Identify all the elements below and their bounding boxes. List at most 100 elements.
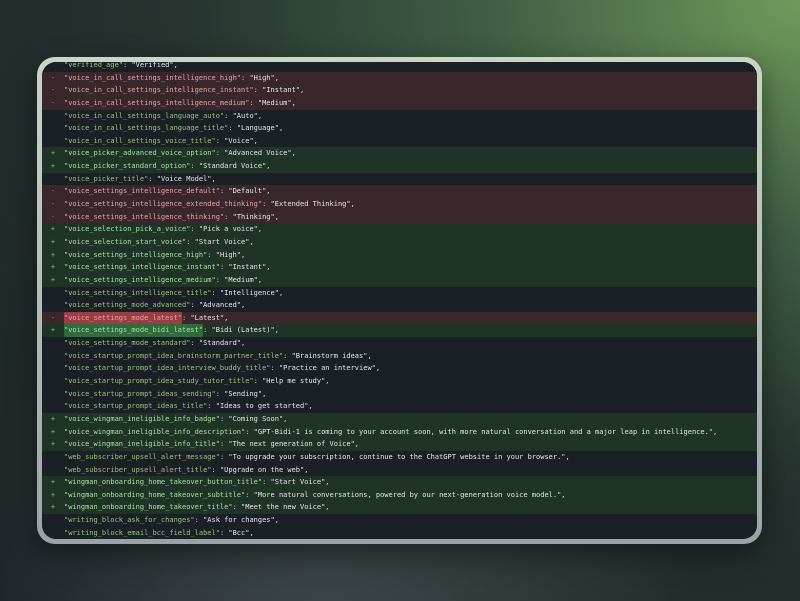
diff-line-added: + "voice_settings_intelligence_high": "Hi…	[42, 248, 757, 262]
colon-separator: :	[253, 86, 263, 95]
diff-line-deleted: - "voice_in_call_settings_intelligence_me…	[42, 96, 757, 110]
diff-marker: -	[50, 313, 56, 322]
json-value: "Standard Voice",	[198, 162, 271, 171]
json-value: "GPT-Bidi-1 is coming to your account so…	[253, 427, 718, 436]
diff-line-context: "voice_picker_title": "Voice Model",	[42, 172, 757, 186]
diff-line-added: + "voice_wingman_ineligible_info_descript…	[42, 425, 757, 439]
colon-separator: :	[207, 250, 216, 259]
json-value: "More natural conversations, powered by …	[253, 490, 566, 499]
diff-line-context: "voice_settings_mode_advanced": "Advance…	[42, 299, 757, 312]
json-value: "Default",	[228, 187, 271, 196]
diff-marker: +	[50, 490, 56, 499]
colon-separator: :	[123, 62, 132, 69]
diff-line-context: "writing_block_ask_for_changes": "Ask fo…	[42, 514, 757, 527]
diff-line-deleted: - "voice_in_call_settings_intelligence_hi…	[42, 71, 757, 85]
diff-marker: +	[50, 225, 56, 234]
json-value: "Sending",	[224, 389, 267, 398]
colon-separator: :	[186, 237, 195, 246]
diff-marker: +	[50, 149, 56, 158]
diff-line-context: "verified_age": "Verified",	[42, 62, 757, 72]
json-key: "voice_settings_mode_advanced"	[64, 301, 191, 310]
json-value: "Thinking",	[232, 212, 279, 221]
json-value: "Advanced",	[198, 301, 246, 310]
diff-line-context: "voice_startup_prompt_idea_brainstorm_pa…	[42, 349, 757, 363]
diff-marker: +	[50, 478, 56, 487]
colon-separator: :	[224, 212, 233, 221]
json-key: "voice_startup_prompt_idea_study_tutor_t…	[64, 377, 254, 386]
diff-marker: +	[50, 326, 56, 335]
json-value: "Instant",	[262, 86, 305, 95]
json-key: "voice_settings_intelligence_default"	[64, 187, 220, 196]
json-key: "web_subscriber_upsell_alert_title"	[64, 465, 212, 474]
diff-line-added: + "voice_picker_advanced_voice_option": "…	[42, 147, 757, 161]
json-key: "voice_startup_prompt_idea_brainstorm_pa…	[64, 351, 284, 360]
json-value: "Auto",	[232, 111, 263, 120]
diff-line-added: + "voice_wingman_ineligible_info_badge": …	[42, 412, 757, 426]
diff-marker: +	[50, 250, 56, 259]
json-key: "voice_in_call_settings_intelligence_med…	[64, 98, 250, 107]
colon-separator: :	[219, 414, 229, 423]
json-key: "voice_settings_intelligence_thinking"	[64, 212, 225, 221]
diff-line-context: "voice_startup_prompt_idea_interview_bud…	[42, 362, 757, 376]
diff-marker: +	[50, 263, 56, 272]
colon-separator: :	[215, 389, 225, 398]
json-key: "wingman_onboarding_home_takeover_title"	[64, 503, 233, 512]
json-value: "High",	[215, 250, 246, 259]
json-key: "voice_settings_intelligence_high"	[64, 250, 208, 259]
diff-line-context: "web_subscriber_upsell_alert_message": "…	[42, 450, 757, 464]
diff-line-context: "web_subscriber_upsell_alert_title": "Up…	[42, 463, 757, 477]
json-value: "Bcc",	[228, 528, 254, 537]
json-value: "Intelligence",	[219, 288, 284, 297]
diff-line-deleted: - "voice_settings_intelligence_default": …	[42, 185, 757, 199]
diff-line-context: "voice_startup_prompt_ideas_title": "Ide…	[42, 400, 757, 413]
json-value: "Meet the new Voice",	[241, 503, 330, 512]
diff-line-added: + "voice_settings_mode_bidi_latest": "Bid…	[42, 324, 757, 338]
json-key: "web_subscriber_upsell_alert_message"	[64, 452, 220, 461]
json-value: "Start Voice",	[270, 478, 330, 487]
colon-separator: :	[148, 174, 157, 183]
json-value: "Voice",	[224, 136, 258, 145]
colon-separator: :	[224, 111, 233, 120]
diff-marker: -	[50, 200, 56, 209]
colon-separator: :	[245, 427, 254, 436]
diff-panel: "verified_age": "Verified", - "voice_in_ca…	[42, 62, 757, 539]
json-value: "Pick a voice",	[198, 225, 263, 234]
colon-separator: :	[215, 149, 225, 158]
json-key: "voice_in_call_settings_intelligence_hig…	[64, 73, 242, 82]
json-key: "wingman_onboarding_home_takeover_button…	[64, 478, 263, 487]
json-key: "voice_selection_pick_a_voice"	[64, 225, 191, 234]
colon-separator: :	[219, 440, 229, 449]
json-value: "Medium",	[257, 98, 296, 107]
json-key: "wingman_onboarding_home_takeover_subtit…	[64, 490, 246, 499]
colon-separator: :	[207, 402, 216, 411]
json-value: "Coming Soon",	[228, 414, 288, 423]
json-key: "voice_settings_intelligence_medium"	[64, 275, 216, 284]
colon-separator: :	[219, 263, 229, 272]
json-key: "voice_in_call_settings_language_auto"	[64, 111, 225, 120]
json-value: "Practice an interview",	[278, 364, 381, 373]
diff-marker: +	[50, 237, 56, 246]
diff-line-added: + "wingman_onboarding_home_takeover_title…	[42, 501, 757, 515]
colon-separator: :	[194, 516, 204, 525]
colon-separator: :	[270, 364, 279, 373]
diff-marker: +	[50, 162, 56, 171]
window-frame: "verified_age": "Verified", - "voice_in_ca…	[37, 57, 762, 544]
colon-separator: :	[215, 136, 225, 145]
json-value: "Help me study",	[262, 377, 330, 386]
json-value: "Voice Model",	[156, 174, 216, 183]
json-value: "Start Voice",	[194, 237, 254, 246]
diff-marker: -	[50, 98, 56, 107]
colon-separator: :	[219, 528, 229, 537]
json-key: "voice_wingman_ineligible_info_badge"	[64, 414, 220, 423]
json-key: "voice_selection_start_voice"	[64, 237, 187, 246]
colon-separator: :	[190, 162, 199, 171]
json-key: "voice_settings_mode_bidi_latest"	[64, 324, 204, 338]
json-value: "Verified",	[131, 62, 178, 69]
colon-separator: :	[262, 200, 271, 209]
diff-lines: "verified_age": "Verified", - "voice_in_ca…	[42, 62, 757, 539]
json-key: "voice_picker_title"	[64, 174, 149, 183]
diff-line-added: + "voice_selection_start_voice": "Start V…	[42, 235, 757, 249]
json-key: "voice_settings_mode_standard"	[64, 339, 191, 348]
diff-marker: +	[50, 503, 56, 512]
json-key: "voice_in_call_settings_voice_title"	[64, 136, 216, 145]
